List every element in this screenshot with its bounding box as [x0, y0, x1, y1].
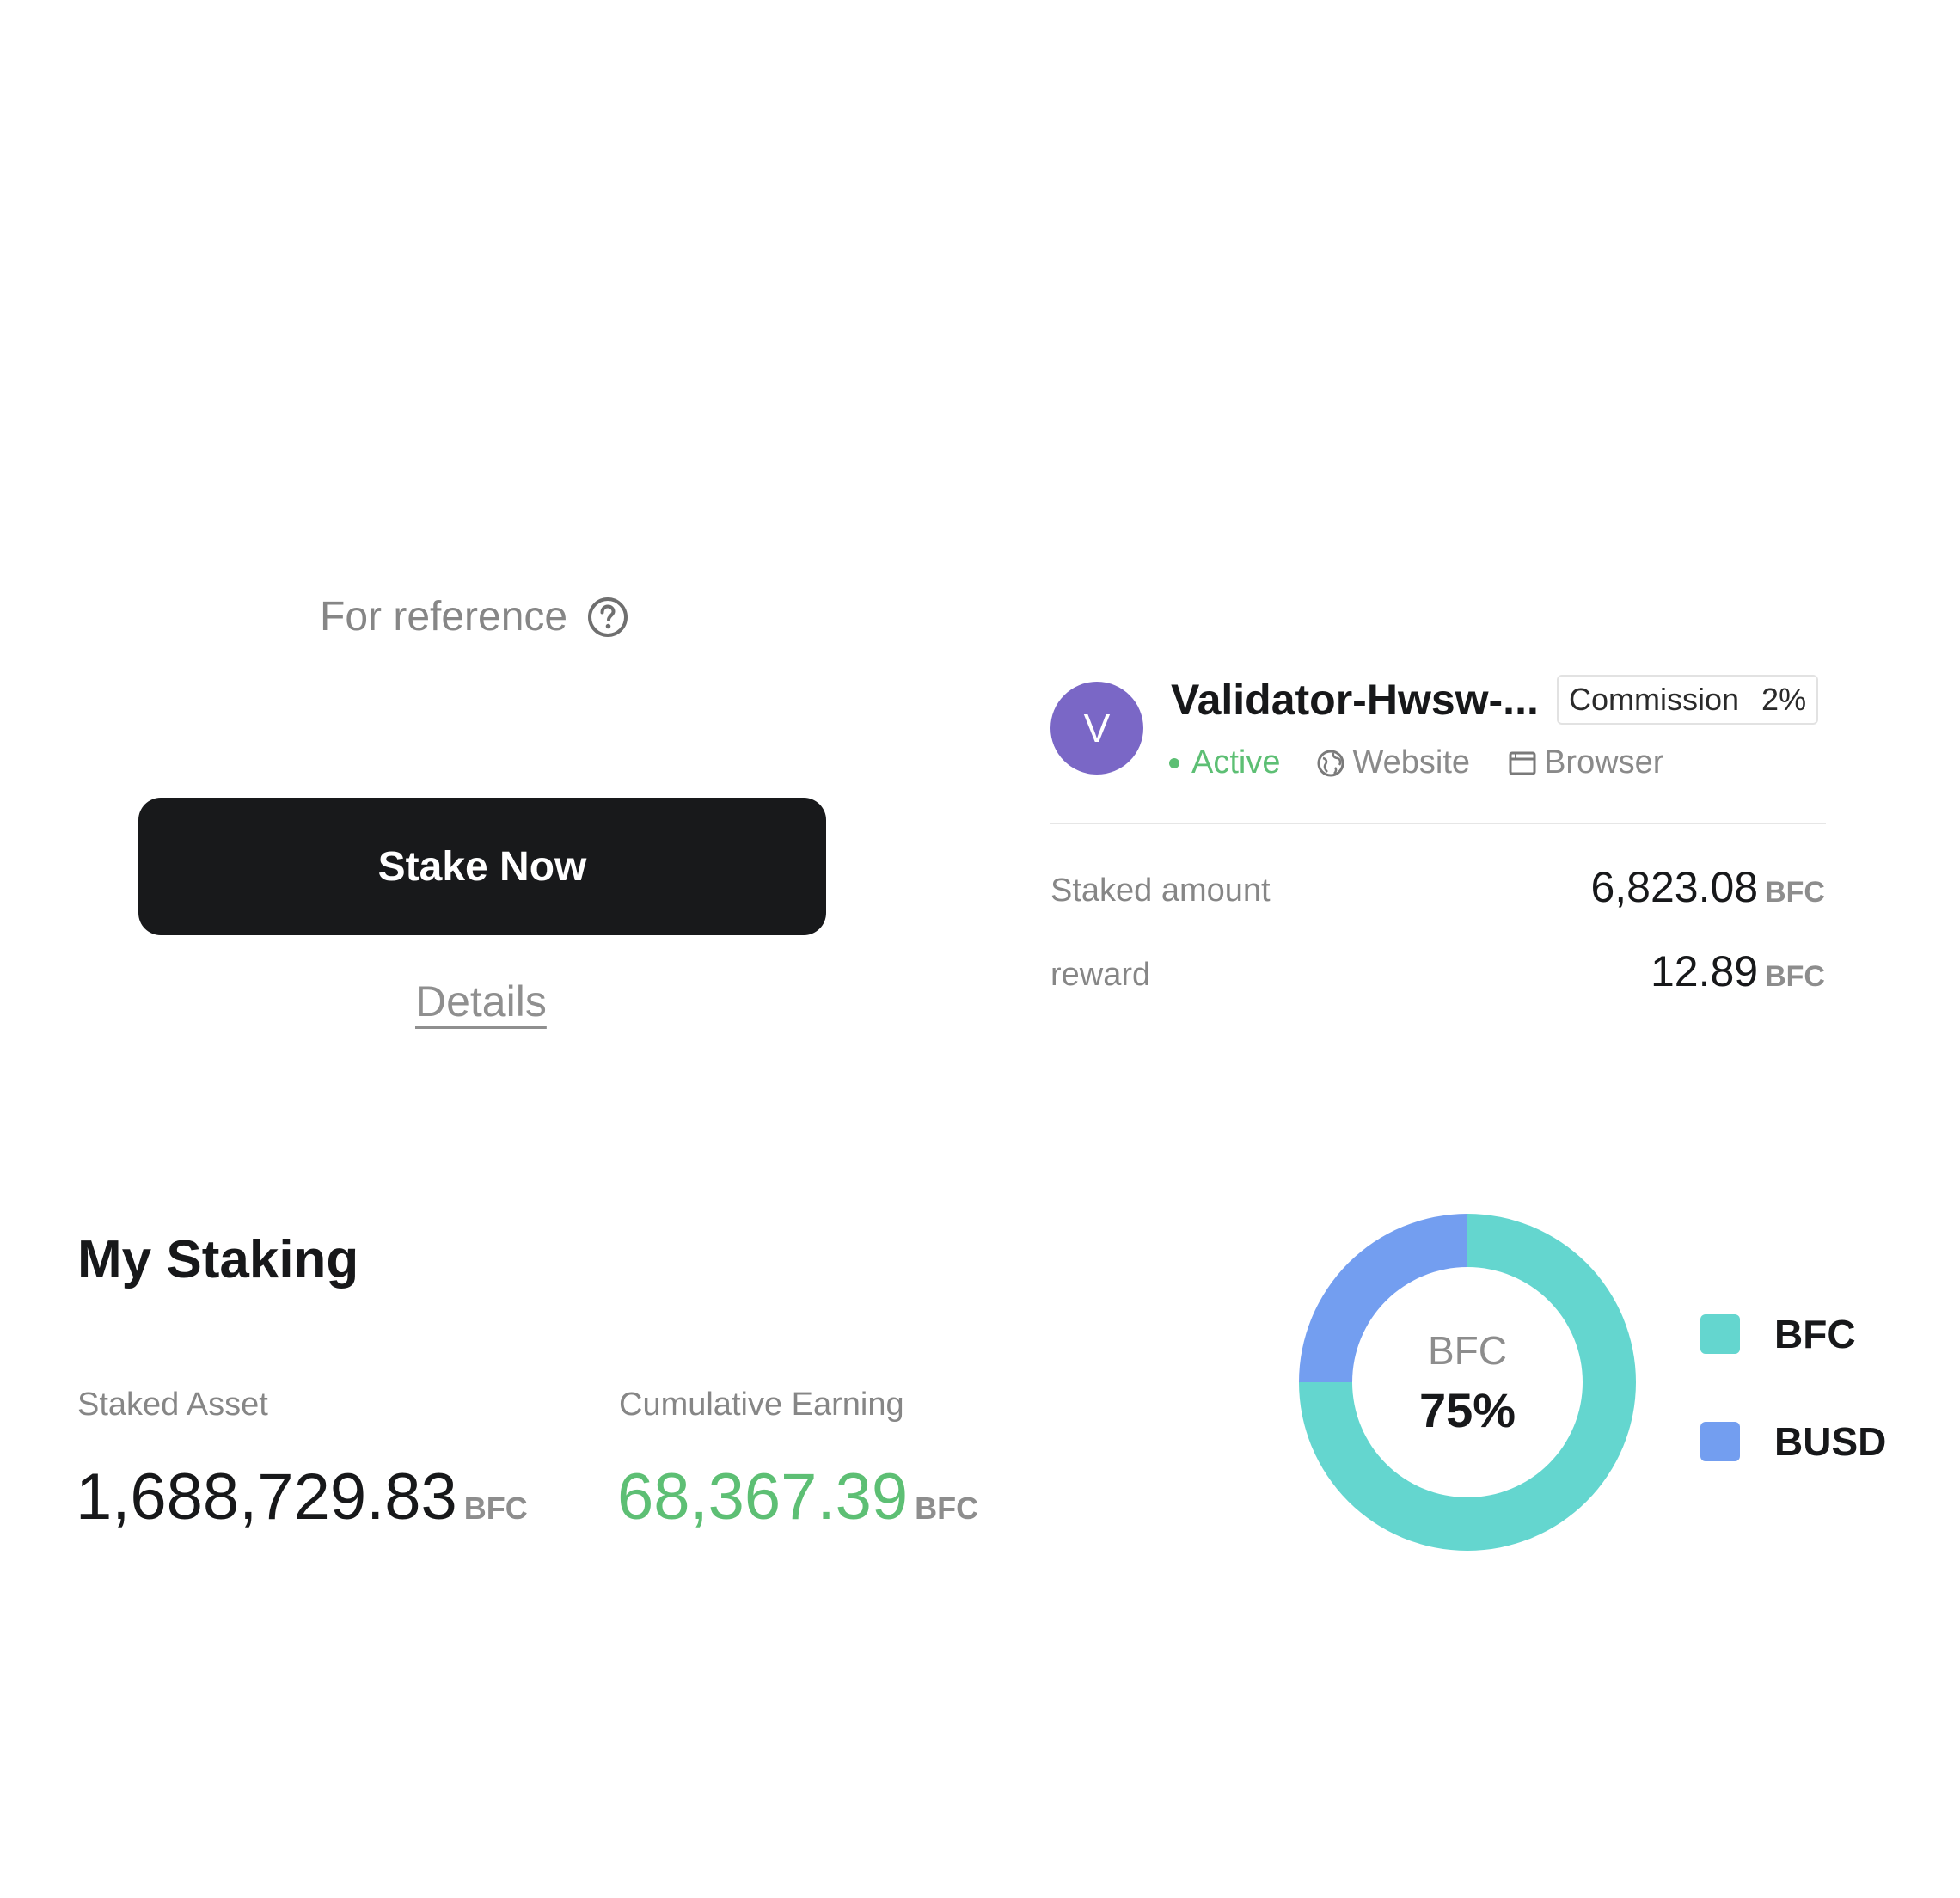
validator-status-row: Active Website Browser	[1169, 744, 1663, 781]
status-dot-icon	[1169, 757, 1179, 768]
legend-label-bfc: BFC	[1774, 1312, 1856, 1356]
reference-hint: For reference	[320, 593, 629, 640]
reference-label: For reference	[320, 594, 568, 640]
commission-label: Commission	[1569, 682, 1740, 717]
legend-swatch-busd	[1700, 1422, 1740, 1461]
staked-asset-unit: BFC	[463, 1491, 528, 1526]
legend-label-busd: BUSD	[1774, 1419, 1887, 1464]
legend-item-busd: BUSD	[1700, 1418, 1886, 1465]
website-label: Website	[1352, 744, 1471, 781]
reward-unit: BFC	[1765, 960, 1825, 993]
status-label: Active	[1191, 744, 1281, 781]
donut-center-value: 75%	[1418, 1382, 1516, 1437]
validator-name: Validator-Hwsw-...	[1171, 676, 1539, 724]
cumulative-earning-label: Cumulative Earning	[619, 1387, 904, 1423]
help-circle-icon[interactable]	[586, 596, 629, 639]
reward-value: 12.89	[1650, 947, 1759, 995]
validator-avatar: V	[1050, 682, 1143, 775]
my-staking-title: My Staking	[77, 1230, 359, 1289]
staked-amount-value: 6,823.08	[1590, 863, 1759, 911]
staked-amount-unit: BFC	[1765, 876, 1825, 909]
browser-window-icon	[1509, 751, 1536, 775]
globe-icon	[1317, 750, 1344, 776]
stake-now-button[interactable]: Stake Now	[138, 798, 826, 935]
donut-center: BFC 75%	[1297, 1212, 1638, 1552]
staked-asset-value: 1,688,729.83	[76, 1460, 457, 1534]
details-link[interactable]: Details	[415, 977, 547, 1026]
donut-center-label: BFC	[1428, 1327, 1507, 1373]
browser-label: Browser	[1544, 744, 1664, 781]
cumulative-earning-value-group: 68,367.39 BFC	[617, 1460, 978, 1534]
website-link[interactable]: Website	[1316, 744, 1470, 781]
avatar-letter: V	[1083, 706, 1111, 750]
staked-amount-label: Staked amount	[1050, 872, 1271, 909]
reward-label: reward	[1050, 957, 1151, 993]
status-badge: Active	[1169, 744, 1280, 781]
commission-value: 2%	[1761, 682, 1807, 717]
validator-divider	[1050, 823, 1826, 824]
staked-asset-value-group: 1,688,729.83 BFC	[76, 1460, 528, 1534]
cumulative-earning-unit: BFC	[915, 1491, 979, 1526]
staked-amount-value-group: 6,823.08 BFC	[1590, 862, 1825, 912]
browser-link[interactable]: Browser	[1508, 744, 1663, 781]
reward-value-group: 12.89 BFC	[1651, 946, 1825, 996]
legend-swatch-bfc	[1700, 1314, 1740, 1354]
cumulative-earning-value: 68,367.39	[617, 1460, 909, 1534]
legend-item-bfc: BFC	[1700, 1311, 1856, 1357]
staked-asset-label: Staked Asset	[77, 1387, 268, 1423]
commission-badge: Commission 2%	[1557, 675, 1819, 725]
